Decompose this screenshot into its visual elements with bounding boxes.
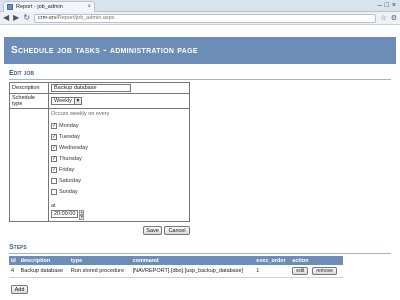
column-header-command: command — [130, 256, 255, 265]
weekday-checkbox[interactable] — [51, 177, 57, 184]
time-spinner[interactable]: ▲ ▼ — [79, 210, 85, 220]
weekday-label: Monday — [59, 122, 79, 129]
at-label: at — [51, 203, 56, 209]
weekday-label: Wednesday — [59, 144, 88, 151]
weekday-option[interactable]: ✓ Tuesday — [51, 131, 187, 142]
window-close-icon[interactable]: × — [392, 1, 396, 10]
schedule-type-select[interactable]: Weekly ▼ — [51, 97, 82, 105]
tab-title: Report - job_admin — [16, 4, 63, 10]
time-picker: 20:00:00 ▲ ▼ — [51, 210, 187, 220]
table-row: 4 Backup database Run stored procedure [NAV… — [9, 265, 343, 278]
cell-action: edit remove — [290, 265, 343, 278]
steps-header-row: id description type command exec_order action — [9, 256, 343, 265]
steps-heading: Steps — [9, 244, 27, 251]
page-title: Schedule job tasks - administration page — [11, 45, 198, 56]
weekday-checkbox[interactable]: ✓ — [51, 166, 57, 173]
time-input[interactable]: 20:00:00 — [51, 210, 79, 218]
edit-step-button[interactable]: edit — [292, 266, 309, 275]
weekday-checkbox[interactable]: ✓ — [51, 144, 57, 151]
column-header-description: description — [18, 256, 69, 265]
occurs-text: Occurs weekly on every — [51, 111, 110, 117]
steps-divider — [9, 253, 391, 254]
url-host: crm-srv — [38, 15, 57, 21]
weekday-label: Saturday — [59, 177, 82, 184]
steps-table: id description type command exec_order action… — [9, 256, 343, 278]
reload-icon[interactable]: ↻ — [23, 13, 30, 23]
browser-tab-bar: Report - job_admin × – □ × — [0, 0, 400, 12]
weekday-option[interactable]: ✓ Friday — [51, 164, 187, 175]
cell-type: Run stored procedure — [68, 265, 131, 278]
schedule-type-label: Schedule type — [9, 93, 49, 109]
edit-job-divider — [9, 79, 391, 80]
cell-exec-order: 1 — [254, 265, 291, 278]
weekday-option[interactable]: ✓ Monday — [51, 120, 187, 131]
forward-icon[interactable]: ▶ — [13, 13, 19, 23]
page-favicon-icon — [7, 4, 13, 10]
edit-job-form: Description Backup database Schedule typ… — [9, 82, 190, 222]
edit-job-heading: Edit job — [9, 70, 34, 77]
cancel-button[interactable]: Cancel — [164, 226, 190, 235]
column-header-id: id — [9, 256, 19, 265]
schedule-type-value: Weekly — [54, 98, 72, 104]
weekday-checkbox[interactable]: ✓ — [51, 122, 57, 129]
description-input[interactable]: Backup database — [51, 84, 131, 92]
weekday-label: Tuesday — [59, 133, 80, 140]
cell-description: Backup database — [18, 265, 69, 278]
spin-down-icon[interactable]: ▼ — [79, 215, 85, 220]
maximize-icon[interactable]: □ — [385, 1, 389, 10]
browser-tab[interactable]: Report - job_admin × — [3, 1, 95, 12]
schedule-detail-label-cell — [9, 108, 49, 222]
column-header-exec-order: exec_order — [254, 256, 291, 265]
weekday-option[interactable]: Saturday — [51, 175, 187, 186]
browser-toolbar: ◀ ▶ ↻ crm-srv/Report/job_admin.aspx ☆ ⚙ — [0, 12, 400, 25]
star-icon[interactable]: ☆ — [380, 14, 386, 22]
address-bar[interactable]: crm-srv/Report/job_admin.aspx — [34, 13, 377, 23]
cell-id: 4 — [9, 265, 19, 278]
weekday-option[interactable]: ✓ Thursday — [51, 153, 187, 164]
window-controls: – □ × — [378, 1, 396, 10]
minimize-icon[interactable]: – — [378, 1, 382, 10]
description-label: Description — [9, 82, 49, 94]
column-header-action: action — [290, 256, 343, 265]
cell-command: [NAVREPORT].[dbo].[usp_backup_database] — [130, 265, 255, 278]
page-header: Schedule job tasks - administration page — [4, 37, 396, 64]
weekday-label: Sunday — [59, 188, 78, 195]
weekday-label: Thursday — [59, 155, 82, 162]
weekday-checkbox[interactable] — [51, 188, 57, 195]
weekday-checkbox[interactable]: ✓ — [51, 155, 57, 162]
weekday-option[interactable]: Sunday — [51, 186, 187, 197]
weekday-label: Friday — [59, 166, 75, 173]
add-step-button[interactable]: Add — [11, 285, 28, 294]
weekday-checkbox[interactable]: ✓ — [51, 133, 57, 140]
weekday-option[interactable]: ✓ Wednesday — [51, 142, 187, 153]
chevron-down-icon: ▼ — [73, 98, 81, 104]
column-header-type: type — [68, 256, 131, 265]
save-button[interactable]: Save — [143, 226, 162, 235]
wrench-icon[interactable]: ⚙ — [391, 14, 397, 22]
tab-close-icon[interactable]: × — [87, 4, 91, 10]
back-icon[interactable]: ◀ — [3, 13, 9, 23]
weekday-list: ✓ Monday ✓ Tuesday ✓ Wednesday ✓ Thursday ✓ Frida… — [51, 120, 187, 197]
url-path: /Report/job_admin.aspx — [56, 15, 115, 21]
remove-step-button[interactable]: remove — [312, 266, 338, 275]
